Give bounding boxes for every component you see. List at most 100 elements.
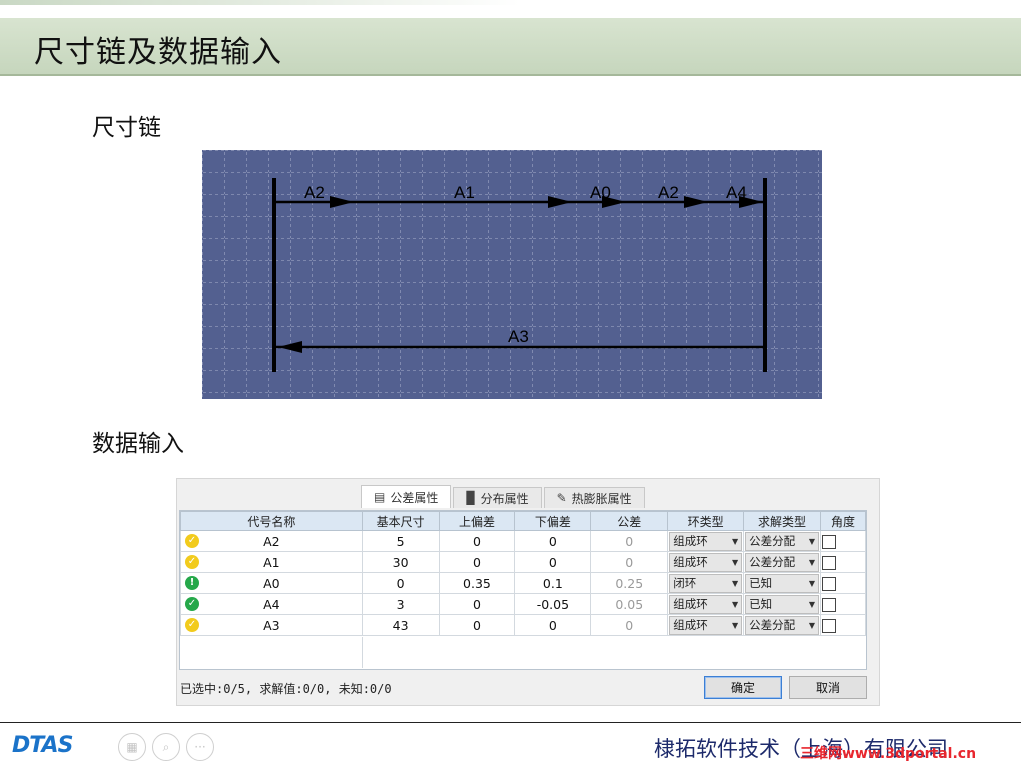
label-a1: A1 bbox=[454, 183, 475, 202]
property-tabs: ▤ 公差属性 ▉ 分布属性 ✎ 热膨胀属性 bbox=[361, 485, 647, 509]
ring-type-select[interactable]: 组成环 ▼ bbox=[669, 594, 743, 614]
caret-down-icon: ▼ bbox=[808, 536, 815, 546]
cell-tolerance: 0 bbox=[590, 530, 669, 552]
label-a2-second: A2 bbox=[658, 183, 679, 202]
tab-thermal[interactable]: ✎ 热膨胀属性 bbox=[543, 487, 645, 508]
label-a0: A0 bbox=[590, 183, 611, 202]
data-input-panel: ▤ 公差属性 ▉ 分布属性 ✎ 热膨胀属性 代号名称 基本尺寸 上偏差 下偏差 bbox=[176, 478, 880, 706]
caret-down-icon: ▼ bbox=[808, 599, 815, 609]
cell-upper[interactable]: 0 bbox=[438, 530, 516, 552]
angle-checkbox[interactable] bbox=[822, 534, 836, 549]
cell-tolerance: 0.05 bbox=[590, 593, 669, 615]
caret-down-icon: ▼ bbox=[731, 557, 739, 567]
solve-type-select[interactable]: 已知 ▼ bbox=[745, 573, 819, 593]
caret-down-icon: ▼ bbox=[731, 620, 739, 630]
ring-type-select[interactable]: 组成环 ▼ bbox=[669, 615, 743, 635]
table-row[interactable]: ✓ A2 5 0 0 0 组成环 ▼ 公差分配 ▼ bbox=[180, 530, 866, 552]
col-header-basic[interactable]: 基本尺寸 bbox=[361, 511, 440, 531]
check-circle-icon: ✓ bbox=[185, 597, 199, 611]
row-name: A1 bbox=[263, 554, 280, 570]
section-heading-data: 数据输入 bbox=[92, 431, 184, 457]
pencil-icon: ✎ bbox=[556, 491, 567, 505]
footer-divider bbox=[0, 722, 1021, 723]
tab-label: 热膨胀属性 bbox=[571, 491, 632, 506]
tolerance-table: 代号名称 基本尺寸 上偏差 下偏差 公差 环类型 求解类型 角度 ✓ A2 5 0… bbox=[180, 511, 866, 636]
page-title: 尺寸链及数据输入 bbox=[34, 35, 282, 70]
cell-basic[interactable]: 43 bbox=[361, 614, 440, 636]
angle-checkbox[interactable] bbox=[822, 618, 836, 633]
dimension-chain-diagram: A2 A1 A0 A2 A4 A3 bbox=[202, 150, 822, 399]
cell-basic[interactable]: 0 bbox=[361, 572, 440, 594]
solve-type-select[interactable]: 公差分配 ▼ bbox=[745, 552, 819, 572]
slide-nav: ▦ ⌕ ··· bbox=[118, 733, 214, 761]
solve-type-select[interactable]: 公差分配 ▼ bbox=[745, 531, 819, 551]
angle-checkbox[interactable] bbox=[822, 555, 836, 570]
check-circle-icon: ✓ bbox=[185, 618, 199, 632]
selection-status: 已选中:0/5, 求解值:0/0, 未知:0/0 bbox=[180, 682, 392, 696]
cell-lower[interactable]: 0 bbox=[514, 551, 592, 573]
cell-lower[interactable]: 0 bbox=[514, 530, 592, 552]
data-grid: 代号名称 基本尺寸 上偏差 下偏差 公差 环类型 求解类型 角度 ✓ A2 5 0… bbox=[179, 510, 867, 670]
solve-type-select[interactable]: 已知 ▼ bbox=[745, 594, 819, 614]
cell-upper[interactable]: 0 bbox=[438, 551, 516, 573]
cell-tolerance: 0 bbox=[590, 551, 669, 573]
grid-divider bbox=[362, 637, 363, 668]
grid-icon[interactable]: ▦ bbox=[118, 733, 146, 761]
dimension-chain-svg: A2 A1 A0 A2 A4 A3 bbox=[202, 150, 822, 399]
col-header-ring-type[interactable]: 环类型 bbox=[667, 511, 745, 531]
table-row[interactable]: ✓ A4 3 0 -0.05 0.05 组成环 ▼ 已知 ▼ bbox=[180, 593, 866, 615]
caret-down-icon: ▼ bbox=[731, 578, 739, 588]
ring-type-select[interactable]: 组成环 ▼ bbox=[669, 531, 743, 551]
col-header-tolerance[interactable]: 公差 bbox=[590, 511, 669, 531]
cell-lower[interactable]: -0.05 bbox=[514, 593, 592, 615]
caret-down-icon: ▼ bbox=[808, 620, 815, 630]
cell-lower[interactable]: 0.1 bbox=[514, 572, 592, 594]
ruler-icon: ▤ bbox=[374, 490, 386, 504]
title-bar: 尺寸链及数据输入 bbox=[0, 18, 1021, 76]
table-row[interactable]: ✓ A1 30 0 0 0 组成环 ▼ 公差分配 ▼ bbox=[180, 551, 866, 573]
table-row[interactable]: ✓ A3 43 0 0 0 组成环 ▼ 公差分配 ▼ bbox=[180, 614, 866, 636]
tab-distribution[interactable]: ▉ 分布属性 bbox=[453, 487, 542, 508]
col-header-upper[interactable]: 上偏差 bbox=[438, 511, 516, 531]
col-header-lower[interactable]: 下偏差 bbox=[514, 511, 592, 531]
caret-down-icon: ▼ bbox=[808, 578, 815, 588]
label-a4: A4 bbox=[726, 183, 747, 202]
cell-upper[interactable]: 0 bbox=[438, 614, 516, 636]
solve-type-select[interactable]: 公差分配 ▼ bbox=[745, 615, 819, 635]
angle-checkbox[interactable] bbox=[822, 597, 836, 612]
histogram-icon: ▉ bbox=[466, 491, 476, 505]
zoom-icon[interactable]: ⌕ bbox=[152, 733, 180, 761]
row-name: A2 bbox=[263, 533, 280, 549]
row-name: A0 bbox=[263, 575, 280, 591]
exclamation-circle-icon: ! bbox=[185, 576, 199, 590]
check-circle-icon: ✓ bbox=[185, 534, 199, 548]
check-circle-icon: ✓ bbox=[185, 555, 199, 569]
col-header-name[interactable]: 代号名称 bbox=[180, 511, 363, 531]
col-header-angle[interactable]: 角度 bbox=[820, 511, 866, 531]
cell-lower[interactable]: 0 bbox=[514, 614, 592, 636]
cell-basic[interactable]: 3 bbox=[361, 593, 440, 615]
cell-tolerance: 0.25 bbox=[590, 572, 669, 594]
cell-basic[interactable]: 5 bbox=[361, 530, 440, 552]
tab-label: 公差属性 bbox=[390, 490, 439, 505]
confirm-button[interactable]: 确定 bbox=[704, 676, 782, 699]
top-accent-line bbox=[0, 0, 520, 5]
tab-tolerance[interactable]: ▤ 公差属性 bbox=[361, 485, 452, 508]
cell-tolerance: 0 bbox=[590, 614, 669, 636]
row-name: A4 bbox=[263, 596, 280, 612]
cell-upper[interactable]: 0.35 bbox=[438, 572, 516, 594]
tab-label: 分布属性 bbox=[480, 491, 529, 506]
cell-upper[interactable]: 0 bbox=[438, 593, 516, 615]
more-icon[interactable]: ··· bbox=[186, 733, 214, 761]
dtas-logo: DTAS bbox=[12, 733, 73, 758]
cell-basic[interactable]: 30 bbox=[361, 551, 440, 573]
cancel-button[interactable]: 取消 bbox=[789, 676, 867, 699]
ring-type-select[interactable]: 组成环 ▼ bbox=[669, 552, 743, 572]
caret-down-icon: ▼ bbox=[731, 599, 739, 609]
table-row[interactable]: ! A0 0 0.35 0.1 0.25 闭环 ▼ 已知 ▼ bbox=[180, 572, 866, 594]
row-name: A3 bbox=[263, 617, 280, 633]
caret-down-icon: ▼ bbox=[731, 536, 739, 546]
ring-type-select[interactable]: 闭环 ▼ bbox=[669, 573, 743, 593]
col-header-solve-type[interactable]: 求解类型 bbox=[743, 511, 821, 531]
angle-checkbox[interactable] bbox=[822, 576, 836, 591]
